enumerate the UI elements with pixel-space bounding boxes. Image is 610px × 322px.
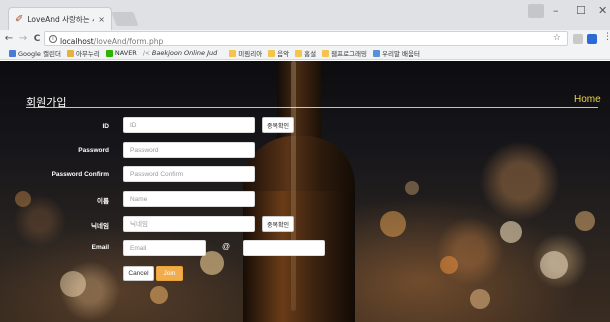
password-confirm-input[interactable] <box>123 166 255 182</box>
bokeh-light <box>500 221 522 243</box>
extension-icon[interactable] <box>573 34 583 44</box>
code-icon: /< <box>142 49 150 57</box>
name-input[interactable] <box>123 191 255 207</box>
bookmark-naver[interactable]: NAVER <box>105 49 137 57</box>
url-host: localhost <box>60 37 94 46</box>
folder-icon <box>268 49 276 57</box>
pen-icon <box>373 49 380 57</box>
cancel-button[interactable]: Cancel <box>123 266 154 281</box>
minimize-icon[interactable]: – <box>553 5 559 17</box>
url-path: /loveAnd/form.php <box>93 37 164 46</box>
email-at-sign: @ <box>222 242 231 251</box>
nickname-label: 닉네임 <box>91 223 109 230</box>
calendar-icon <box>9 49 16 57</box>
nickname-input[interactable] <box>123 216 255 232</box>
bokeh-light <box>380 211 406 237</box>
bookmark-amunuri[interactable]: 아무누리 <box>66 48 100 58</box>
signup-page: 회원가입 Home ID 중복확인 Password Password Conf… <box>0 61 610 322</box>
bokeh-light <box>60 271 86 297</box>
title-divider <box>26 107 598 108</box>
new-tab-button[interactable] <box>111 12 139 26</box>
email-label: Email <box>91 244 109 251</box>
folder-icon <box>66 49 74 57</box>
profile-icon[interactable] <box>528 4 544 18</box>
join-button[interactable]: Join <box>156 266 183 281</box>
bokeh-light <box>540 251 568 279</box>
home-link[interactable]: Home <box>574 94 601 105</box>
browser-toolbar: ← → C i localhost/loveAnd/form.php ☆ <box>0 30 610 47</box>
beer-bottle-image <box>243 61 355 322</box>
id-input[interactable] <box>123 117 255 133</box>
email-local-input[interactable] <box>123 240 206 256</box>
browser-tab-strip: ✐ LoveAnd 사랑하는 사람 × – ☐ ✕ <box>0 0 610 30</box>
tab-title: LoveAnd 사랑하는 사람 <box>27 14 94 24</box>
bookmark-folder-webprogramming[interactable]: 웹프로그래밍 <box>322 48 367 58</box>
back-arrow-icon[interactable]: ← <box>2 33 16 44</box>
email-domain-input[interactable] <box>243 240 325 256</box>
password-label: Password <box>78 147 109 154</box>
bookmark-folder-mirimria[interactable]: 미림리아 <box>229 48 262 58</box>
password-input[interactable] <box>123 142 255 158</box>
nickname-duplicate-check-button[interactable]: 중복확인 <box>262 216 295 232</box>
bookmark-star-icon[interactable]: ☆ <box>553 33 561 43</box>
menu-kebab-icon[interactable]: ⋮ <box>603 32 610 42</box>
name-label: 이름 <box>97 198 109 205</box>
bookmark-google-calendar[interactable]: Google 캘린더 <box>9 48 61 58</box>
id-duplicate-check-button[interactable]: 중복확인 <box>262 117 295 133</box>
bookmark-folder-homeseol[interactable]: 홈설 <box>295 48 316 58</box>
info-icon[interactable]: i <box>49 34 57 43</box>
folder-icon <box>295 49 303 57</box>
bookmarks-bar: Google 캘린더 아무누리 NAVER /< Baekjoon Online … <box>0 47 610 60</box>
extension-badge-icon[interactable] <box>587 34 597 44</box>
reload-icon[interactable]: C <box>30 34 44 44</box>
maximize-icon[interactable]: ☐ <box>576 5 586 17</box>
password-confirm-label: Password Confirm <box>51 171 109 178</box>
forward-arrow-icon[interactable]: → <box>16 33 30 44</box>
bokeh-light <box>150 286 168 304</box>
folder-icon <box>229 49 237 57</box>
bookmark-folder-music[interactable]: 음악 <box>268 48 289 58</box>
folder-icon <box>322 49 330 57</box>
bokeh-light <box>405 181 419 195</box>
bokeh-light <box>575 211 595 231</box>
tab-close-icon[interactable]: × <box>98 15 105 24</box>
close-window-icon[interactable]: ✕ <box>598 5 607 17</box>
bokeh-light <box>440 256 458 274</box>
bokeh-light <box>470 289 490 309</box>
bookmark-urimal[interactable]: 우리말 배움터 <box>373 48 420 58</box>
address-bar[interactable]: i localhost/loveAnd/form.php ☆ <box>44 31 568 46</box>
guitar-favicon-icon: ✐ <box>15 13 24 25</box>
bookmark-baekjoon[interactable]: /< Baekjoon Online Jud <box>143 49 217 57</box>
id-label: ID <box>102 123 110 130</box>
naver-icon <box>105 49 113 57</box>
browser-tab[interactable]: ✐ LoveAnd 사랑하는 사람 × <box>8 7 112 30</box>
